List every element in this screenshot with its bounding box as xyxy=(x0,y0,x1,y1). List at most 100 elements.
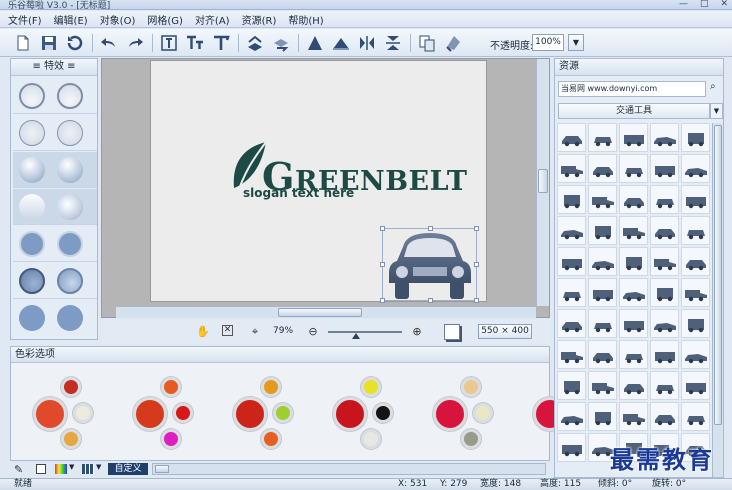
palette-dropdown-icon[interactable]: ▼ xyxy=(96,463,101,471)
menu-help[interactable]: 帮助(H) xyxy=(288,12,323,27)
palette-main-swatch[interactable] xyxy=(433,397,467,431)
actual-size-icon[interactable]: ⌖ xyxy=(248,325,262,339)
text-curve-icon[interactable] xyxy=(210,33,232,53)
vehicle-clipart-icon[interactable] xyxy=(681,402,710,431)
vehicle-clipart-icon[interactable] xyxy=(588,371,617,400)
palette-main-swatch[interactable] xyxy=(133,397,167,431)
vehicle-clipart-icon[interactable] xyxy=(619,154,648,183)
palette-bottom-swatch[interactable] xyxy=(161,429,181,449)
vehicle-clipart-icon[interactable] xyxy=(681,123,710,152)
vehicle-clipart-icon[interactable] xyxy=(588,216,617,245)
close-button[interactable]: ✕ xyxy=(720,0,728,9)
vehicle-clipart-icon[interactable] xyxy=(557,278,586,307)
vehicle-clipart-icon[interactable] xyxy=(681,371,710,400)
effect-button[interactable] xyxy=(57,83,83,109)
vehicle-clipart-icon[interactable] xyxy=(588,402,617,431)
effect-button[interactable] xyxy=(19,231,45,257)
opacity-input[interactable]: 100% xyxy=(532,34,564,51)
bring-forward-icon[interactable] xyxy=(244,33,266,53)
car-clipart-selection[interactable] xyxy=(380,226,479,303)
palette-main-swatch[interactable] xyxy=(233,397,267,431)
vehicle-clipart-icon[interactable] xyxy=(557,340,586,369)
palette-scrollbar[interactable] xyxy=(152,463,546,475)
menu-align[interactable]: 对齐(A) xyxy=(195,12,230,27)
effect-button[interactable] xyxy=(19,305,45,331)
palette-right-swatch[interactable] xyxy=(173,403,193,423)
copy-icon[interactable] xyxy=(416,33,438,53)
effect-button[interactable] xyxy=(19,194,45,220)
save-icon[interactable] xyxy=(38,33,60,53)
canvas-horizontal-scroll-thumb[interactable] xyxy=(278,308,362,317)
hand-pan-icon[interactable]: ✋ xyxy=(196,325,210,339)
vehicle-clipart-icon[interactable] xyxy=(681,185,710,214)
vehicle-clipart-icon[interactable] xyxy=(650,185,679,214)
opacity-dropdown-button[interactable]: ▼ xyxy=(568,34,584,51)
effect-button[interactable] xyxy=(57,268,83,294)
menu-resources[interactable]: 资源(R) xyxy=(242,12,277,27)
no-fill-icon[interactable] xyxy=(36,464,46,474)
flip-vertical-icon[interactable] xyxy=(382,33,404,53)
palette-bottom-swatch[interactable] xyxy=(361,429,381,449)
palette-bottom-swatch[interactable] xyxy=(461,429,481,449)
vehicle-clipart-icon[interactable] xyxy=(650,309,679,338)
text-style-icon[interactable] xyxy=(184,33,206,53)
palette-right-swatch[interactable] xyxy=(73,403,93,423)
effect-button[interactable] xyxy=(19,120,45,146)
resource-category-select[interactable]: 交通工具 xyxy=(558,103,710,119)
resource-scroll-thumb[interactable] xyxy=(714,125,722,425)
fit-page-icon[interactable]: ✕ xyxy=(222,325,233,336)
vehicle-clipart-icon[interactable] xyxy=(681,340,710,369)
gradient-icon[interactable] xyxy=(55,464,67,474)
vehicle-clipart-icon[interactable] xyxy=(650,278,679,307)
vehicle-clipart-icon[interactable] xyxy=(619,371,648,400)
vehicle-clipart-icon[interactable] xyxy=(650,402,679,431)
vehicle-clipart-icon[interactable] xyxy=(619,216,648,245)
vehicle-clipart-icon[interactable] xyxy=(681,247,710,276)
vehicle-clipart-icon[interactable] xyxy=(619,340,648,369)
zoom-out-icon[interactable]: ⊖ xyxy=(306,325,320,339)
eyedropper-icon[interactable]: ✎ xyxy=(14,463,23,476)
gradient-dropdown-icon[interactable]: ▼ xyxy=(69,463,74,471)
canvas-vertical-scroll-thumb[interactable] xyxy=(538,169,548,193)
clear-icon[interactable] xyxy=(442,33,464,53)
menu-file[interactable]: 文件(F) xyxy=(8,12,42,27)
effect-button[interactable] xyxy=(57,231,83,257)
menu-grid[interactable]: 网格(G) xyxy=(147,12,183,27)
vehicle-clipart-icon[interactable] xyxy=(557,185,586,214)
vehicle-clipart-icon[interactable] xyxy=(681,216,710,245)
zoom-slider[interactable] xyxy=(328,331,402,333)
palette-top-swatch[interactable] xyxy=(161,377,181,397)
new-file-icon[interactable] xyxy=(12,33,34,53)
zoom-slider-handle[interactable] xyxy=(352,333,360,339)
minimize-button[interactable]: — xyxy=(679,0,688,9)
palette-scroll-thumb[interactable] xyxy=(155,465,169,473)
zoom-in-icon[interactable]: ⊕ xyxy=(410,325,424,339)
vehicle-clipart-icon[interactable] xyxy=(557,123,586,152)
menu-edit[interactable]: 编辑(E) xyxy=(54,12,88,27)
vehicle-clipart-icon[interactable] xyxy=(650,123,679,152)
vehicle-clipart-icon[interactable] xyxy=(588,340,617,369)
vehicle-clipart-icon[interactable] xyxy=(681,154,710,183)
flip-horizontal-icon[interactable] xyxy=(356,33,378,53)
background-color-icon[interactable] xyxy=(444,324,460,340)
search-icon[interactable]: ⌕ xyxy=(710,81,722,97)
palette-top-swatch[interactable] xyxy=(461,377,481,397)
vehicle-clipart-icon[interactable] xyxy=(557,247,586,276)
palette-main-swatch[interactable] xyxy=(333,397,367,431)
chevron-down-icon[interactable]: ▼ xyxy=(710,103,723,119)
palette-right-swatch[interactable] xyxy=(273,403,293,423)
vehicle-clipart-icon[interactable] xyxy=(650,371,679,400)
vehicle-clipart-icon[interactable] xyxy=(650,154,679,183)
send-backward-icon[interactable] xyxy=(270,33,292,53)
palette-right-swatch[interactable] xyxy=(473,403,493,423)
effect-button[interactable] xyxy=(57,157,83,183)
vehicle-clipart-icon[interactable] xyxy=(650,216,679,245)
align-middle-icon[interactable] xyxy=(330,33,352,53)
vehicle-clipart-icon[interactable] xyxy=(650,340,679,369)
redo-icon[interactable] xyxy=(124,33,146,53)
vehicle-clipart-icon[interactable] xyxy=(619,402,648,431)
logo-slogan-text[interactable]: slogan text here xyxy=(243,186,354,200)
vehicle-clipart-icon[interactable] xyxy=(681,278,710,307)
refresh-icon[interactable] xyxy=(64,33,86,53)
maximize-button[interactable]: □ xyxy=(700,0,709,9)
